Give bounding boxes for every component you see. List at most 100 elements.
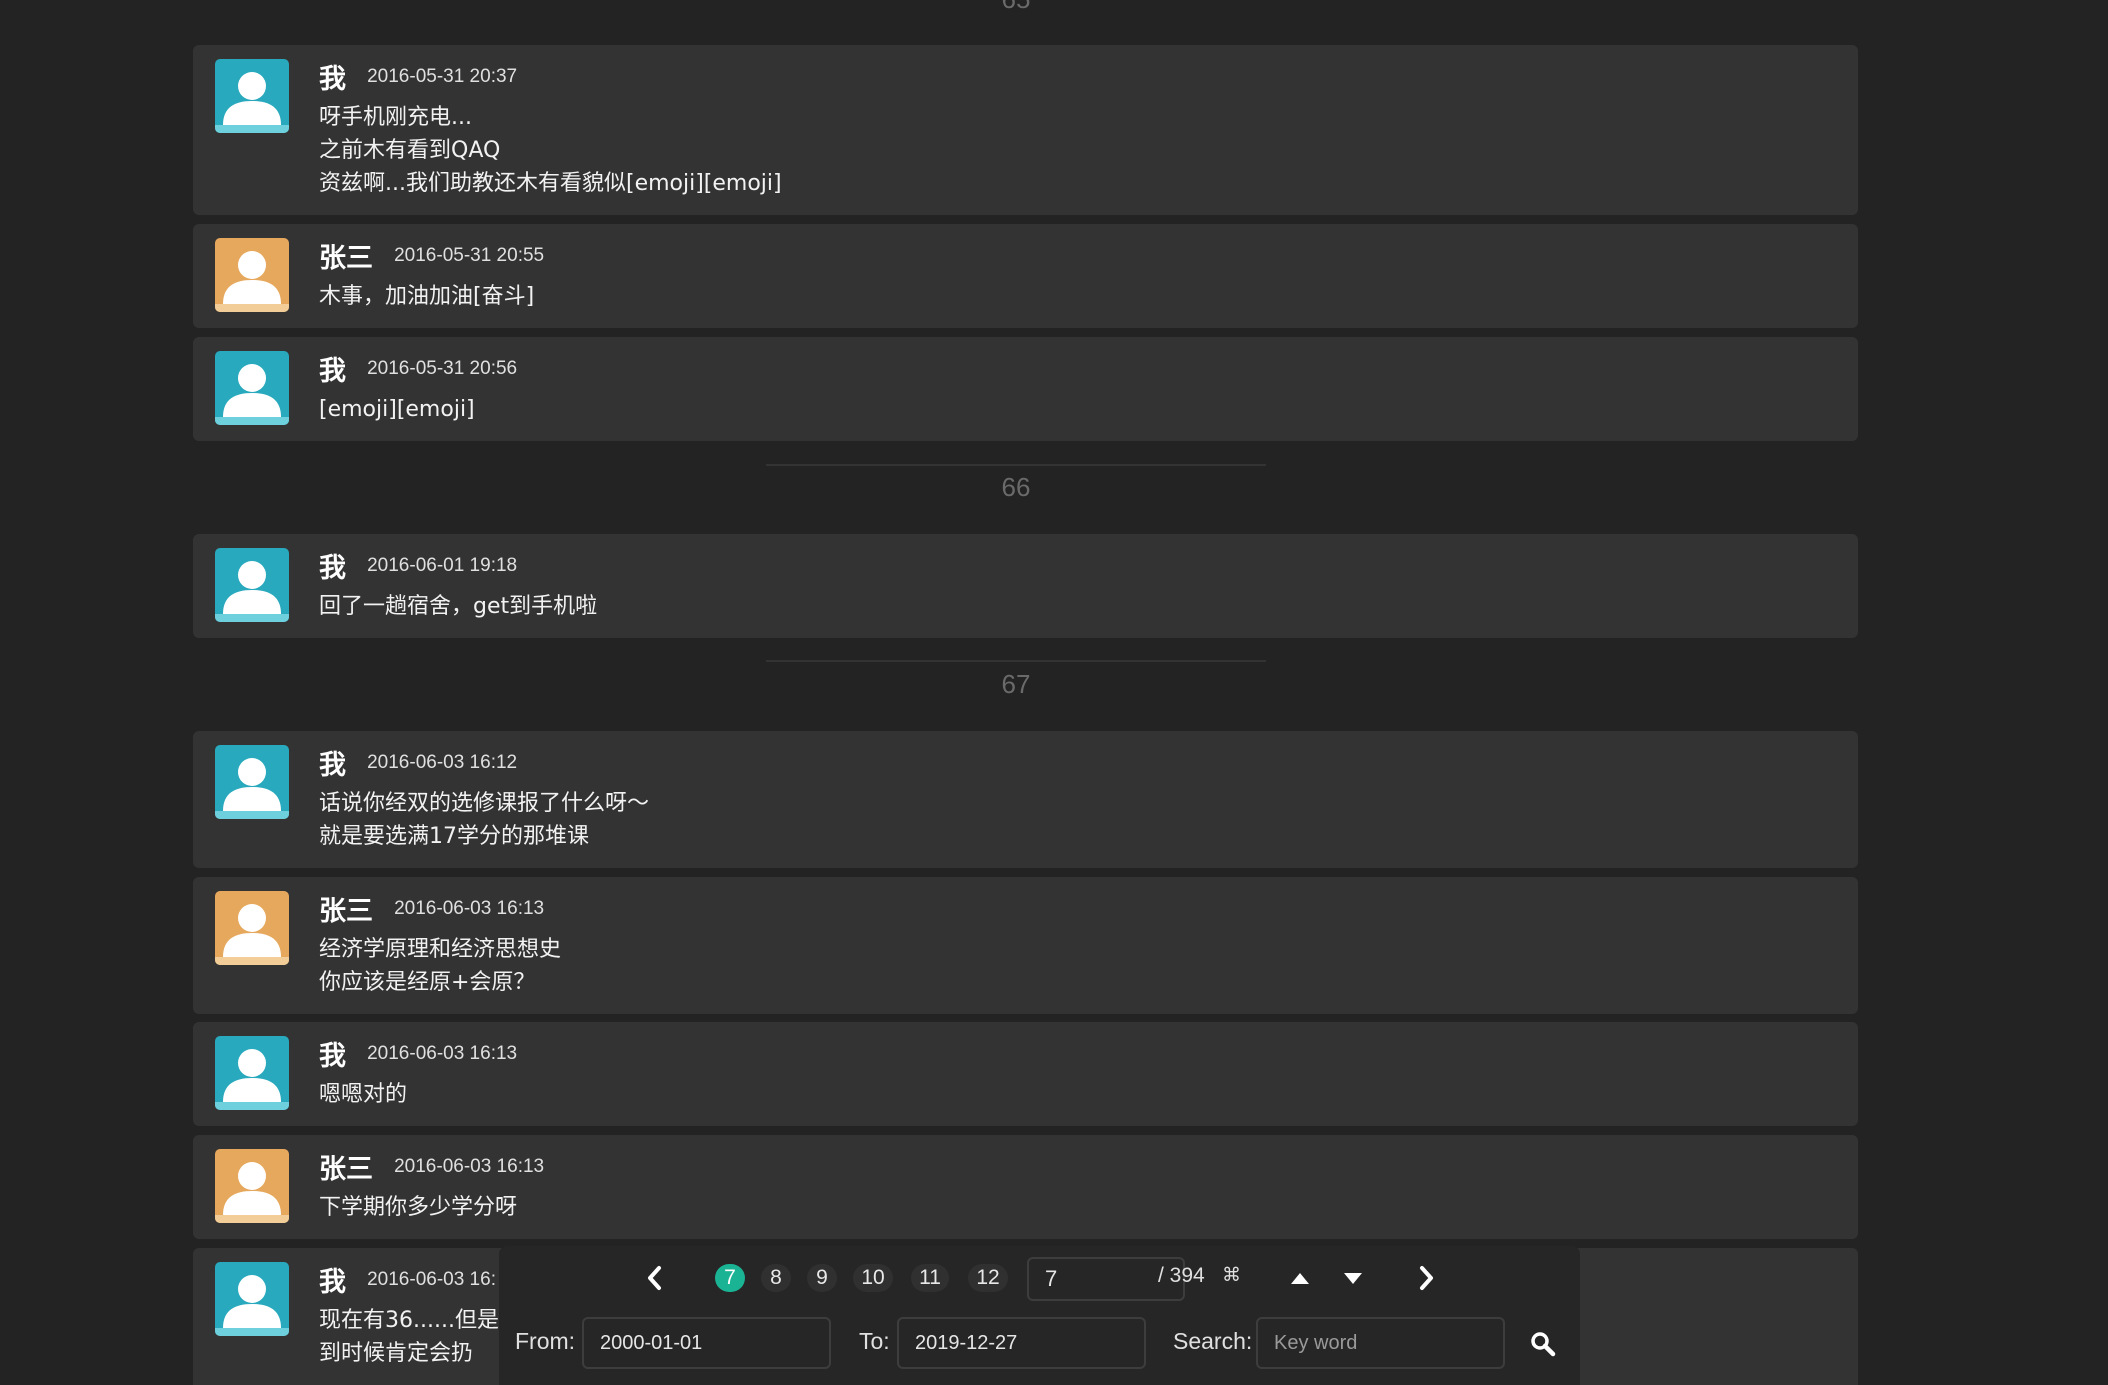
sender-name: 我 [319,750,346,781]
message-header: 张三 2016-05-31 20:55 [319,236,544,275]
message-time: 2016-05-31 20:55 [394,244,545,266]
message-line: 资兹啊...我们助教还木有看貌似[emoji][emoji] [319,171,782,196]
person-icon [215,72,289,133]
avatar [215,548,289,622]
sender-name: 张三 [319,896,373,927]
separator-line [766,464,1266,466]
separator-line [766,660,1266,662]
avatar [215,891,289,965]
page-link-10[interactable]: 10 [853,1264,893,1292]
person-icon [215,364,289,425]
message-time: 2016-06-03 16:13 [367,1042,518,1064]
prev-page-button[interactable] [640,1263,670,1293]
to-label: To: [859,1328,890,1354]
person-icon [215,1049,289,1110]
triangle-down-icon [1344,1273,1362,1284]
sender-name: 我 [319,356,346,387]
message-text: 下学期你多少学分呀 [319,1191,517,1224]
person-icon [215,1162,289,1223]
message-header: 我 2016-06-03 16: [319,1260,496,1299]
message-time: 2016-05-31 20:56 [367,357,518,379]
message-line: 之前木有看到QAQ [319,138,501,163]
avatar [215,1149,289,1223]
total-pages: / 394 [1158,1264,1205,1287]
sender-name: 我 [319,64,346,95]
page-link-12[interactable]: 12 [968,1264,1008,1292]
message-line: 嗯嗯对的 [319,1082,408,1107]
message-time: 2016-06-01 19:18 [367,554,518,576]
page-separator-67: 67 [1001,669,1031,699]
message-card: 我 2016-05-31 20:37 呀手机刚充电... 之前木有看到QAQ 资… [193,45,1858,215]
page-separator-65: 65 [766,0,1266,15]
message-card: 我 2016-06-03 16:13 嗯嗯对的 [193,1022,1858,1126]
message-text: 话说你经双的选修课报了什么呀～ 就是要选满17学分的那堆课 [319,787,649,853]
message-header: 我 2016-06-01 19:18 [319,546,517,585]
message-text: 呀手机刚充电... 之前木有看到QAQ 资兹啊...我们助教还木有看貌似[emo… [319,101,782,200]
message-text: 回了一趟宿舍，get到手机啦 [319,590,597,623]
pagination-bar: 7 8 9 10 11 12 7 / 394 ⌘ From: 2000-01-0… [499,1246,1580,1385]
avatar [215,1262,289,1336]
message-line: 到时候肯定会扔 [319,1341,474,1366]
sender-name: 张三 [319,1154,373,1185]
avatar [215,1036,289,1110]
page-link-9[interactable]: 9 [807,1264,837,1292]
message-header: 我 2016-06-03 16:13 [319,1034,517,1073]
message-line: 话说你经双的选修课报了什么呀～ [319,791,650,816]
message-text: [emoji][emoji] [319,393,475,426]
search-label: Search: [1173,1328,1253,1354]
page-link-11[interactable]: 11 [911,1264,949,1292]
message-card: 张三 2016-06-03 16:13 下学期你多少学分呀 [193,1135,1858,1239]
message-time: 2016-06-03 16: [367,1268,496,1290]
page-link-7[interactable]: 7 [715,1264,745,1292]
message-line: [emoji][emoji] [319,397,475,422]
triangle-up-icon [1291,1273,1309,1284]
from-date-input[interactable]: 2000-01-01 [582,1317,831,1369]
chevron-right-icon [1420,1266,1433,1290]
sender-name: 我 [319,553,346,584]
message-header: 张三 2016-06-03 16:13 [319,1147,544,1186]
sender-name: 我 [319,1041,346,1072]
next-page-button[interactable] [1411,1263,1441,1293]
scroll-up-button[interactable] [1285,1263,1315,1293]
message-line: 就是要选满17学分的那堆课 [319,824,589,849]
page-separator-66: 66 [1001,472,1031,502]
avatar [215,351,289,425]
message-card: 我 2016-05-31 20:56 [emoji][emoji] [193,337,1858,441]
avatar [215,238,289,312]
message-card: 张三 2016-06-03 16:13 经济学原理和经济思想史 你应该是经原+会… [193,877,1858,1014]
search-button[interactable] [1528,1329,1558,1359]
message-time: 2016-06-03 16:13 [394,1155,545,1177]
message-card: 张三 2016-05-31 20:55 木事，加油加油[奋斗] [193,224,1858,328]
message-header: 我 2016-06-03 16:12 [319,743,517,782]
person-icon [215,251,289,312]
message-header: 我 2016-05-31 20:56 [319,349,517,388]
person-icon [215,561,289,622]
message-line: 回了一趟宿舍，get到手机啦 [319,594,598,619]
message-header: 张三 2016-06-03 16:13 [319,889,544,928]
search-input[interactable]: Key word [1256,1317,1505,1369]
message-text: 经济学原理和经济思想史 你应该是经原+会原？ [319,933,561,999]
message-line: 下学期你多少学分呀 [319,1195,518,1220]
message-time: 2016-06-03 16:13 [394,897,545,919]
person-icon [215,904,289,965]
message-card: 我 2016-06-01 19:18 回了一趟宿舍，get到手机啦 [193,534,1858,638]
message-time: 2016-05-31 20:37 [367,65,518,87]
message-header: 我 2016-05-31 20:37 [319,57,517,96]
message-line: 你应该是经原+会原？ [319,970,536,995]
message-text: 现在有36......但是我 到时候肯定会扔 [319,1304,521,1370]
to-date-input[interactable]: 2019-12-27 [897,1317,1146,1369]
jump-command-icon[interactable]: ⌘ [1222,1264,1241,1287]
scroll-down-button[interactable] [1338,1263,1368,1293]
message-line: 经济学原理和经济思想史 [319,937,562,962]
sender-name: 我 [319,1267,346,1298]
sender-name: 张三 [319,243,373,274]
message-text: 木事，加油加油[奋斗] [319,280,534,313]
message-card: 我 2016-06-03 16:12 话说你经双的选修课报了什么呀～ 就是要选满… [193,731,1858,868]
message-line: 呀手机刚充电... [319,105,472,130]
from-label: From: [515,1328,576,1354]
search-icon [1531,1332,1556,1357]
page-link-8[interactable]: 8 [761,1264,791,1292]
person-icon [215,758,289,819]
message-time: 2016-06-03 16:12 [367,751,518,773]
message-line: 现在有36......但是我 [319,1308,521,1333]
